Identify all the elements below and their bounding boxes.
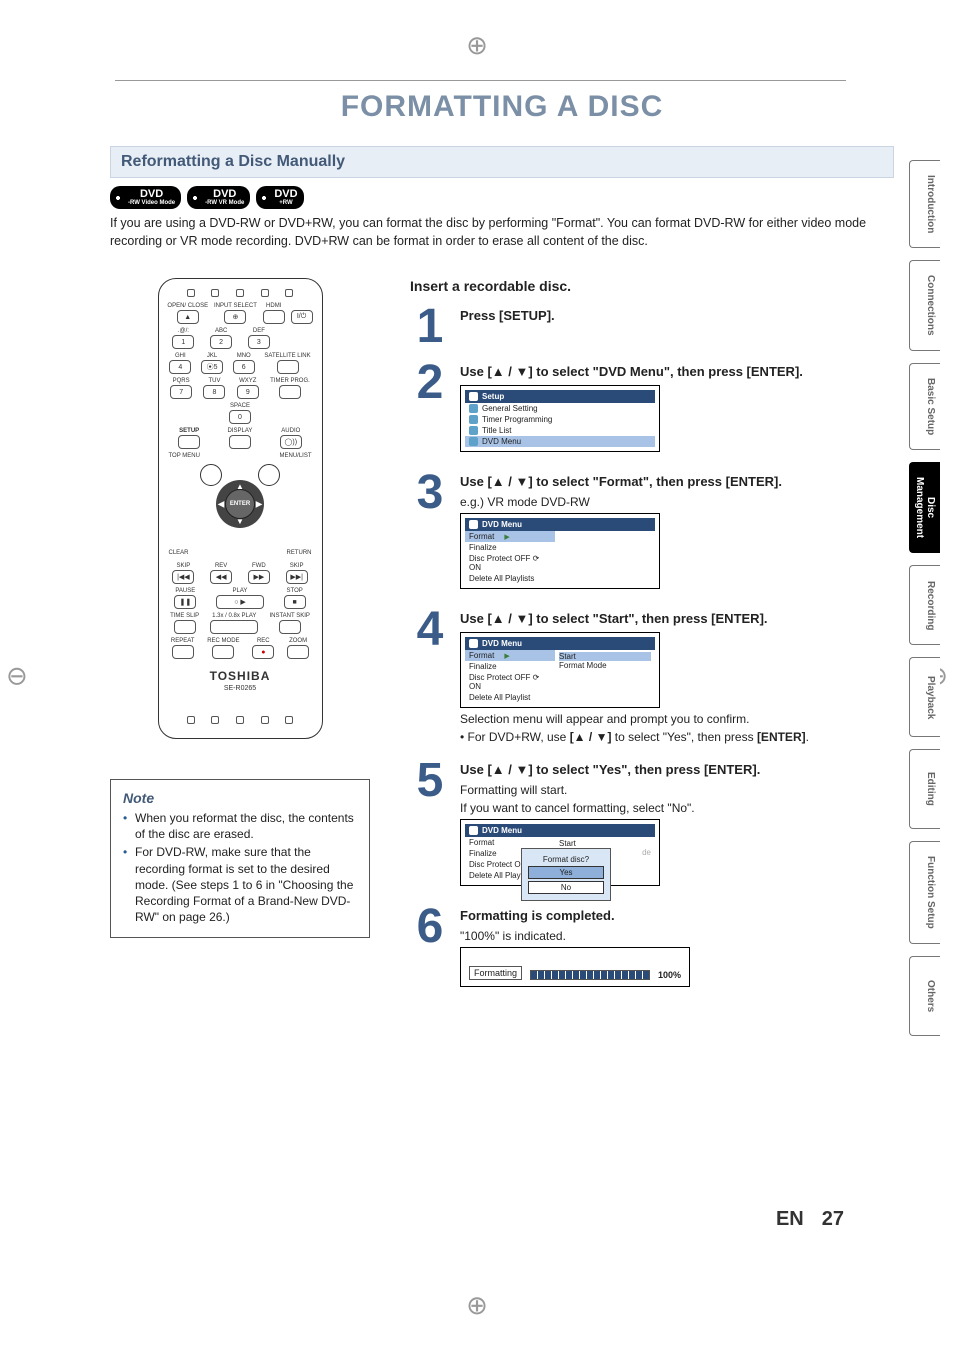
section-heading: Reformatting a Disc Manually xyxy=(110,146,894,178)
arrow-down-icon: ▼ xyxy=(236,517,244,526)
tab-introduction[interactable]: Introduction xyxy=(909,160,940,248)
step-2: 2 Use [▲ / ▼] to select "DVD Menu", then… xyxy=(410,364,894,456)
disc-icon xyxy=(469,639,478,648)
lbl-clear: CLEAR xyxy=(169,550,189,556)
disc-badge-rw-video: DVD-RW Video Mode xyxy=(110,186,181,209)
screen-setup: Setup General Setting Timer Programming … xyxy=(460,385,660,452)
page-title: FORMATTING A DISC xyxy=(110,90,894,124)
btn-input-select: INPUT SELECT⊕ xyxy=(214,303,257,324)
note-heading: Note xyxy=(123,790,357,806)
remote-model: SE-R0265 xyxy=(165,685,316,692)
btn-timer-prog: TIMER PROG. xyxy=(270,378,310,399)
note-item: For DVD-RW, make sure that the recording… xyxy=(123,844,357,925)
tab-recording[interactable]: Recording xyxy=(909,565,940,645)
lbl-top-menu: TOP MENU xyxy=(169,453,200,459)
tab-connections[interactable]: Connections xyxy=(909,260,940,351)
disc-icon xyxy=(469,826,478,835)
setup-icon xyxy=(469,392,478,401)
disc-icon xyxy=(469,520,478,529)
tab-others[interactable]: Others xyxy=(909,956,940,1036)
remote-illustration: OPEN/ CLOSE▲ INPUT SELECT⊕ HDMI I/⏻ .@/:… xyxy=(158,278,323,739)
side-tabs: Introduction Connections Basic Setup Dis… xyxy=(909,160,940,1036)
btn-satellite-link: SATELLITE LINK xyxy=(264,353,310,374)
disc-badges: DVD-RW Video Mode DVD-RW VR Mode DVD+RW xyxy=(110,186,894,209)
arrow-right-icon: ▶ xyxy=(256,500,262,509)
screen-format-start: DVD Menu Format Finalize Disc Protect OF… xyxy=(460,632,660,708)
tab-function-setup[interactable]: Function Setup xyxy=(909,841,940,944)
remote-brand: TOSHIBA xyxy=(165,669,316,683)
step-5: 5 Use [▲ / ▼] to select "Yes", then pres… xyxy=(410,762,894,890)
note-box: Note When you reformat the disc, the con… xyxy=(110,779,370,938)
disc-badge-rw-vr: DVD-RW VR Mode xyxy=(187,186,250,209)
lbl-menu-list: MENU/LIST xyxy=(279,453,311,459)
tab-playback[interactable]: Playback xyxy=(909,657,940,737)
dpad: ENTER ▲ ▼ ◀ ▶ xyxy=(200,464,280,544)
intro-text: If you are using a DVD-RW or DVD+RW, you… xyxy=(110,215,894,250)
arrow-up-icon: ▲ xyxy=(236,482,244,491)
format-dialog: Format disc? Yes No xyxy=(521,848,611,901)
step-4: 4 Use [▲ / ▼] to select "Start", then pr… xyxy=(410,611,894,744)
tab-editing[interactable]: Editing xyxy=(909,749,940,829)
btn-power: I/⏻ xyxy=(291,303,313,324)
disc-badge-plusrw: DVD+RW xyxy=(256,186,303,209)
screen-format-confirm: DVD Menu Format Finalize Disc Protect OF… xyxy=(460,819,660,886)
tab-basic-setup[interactable]: Basic Setup xyxy=(909,363,940,450)
arrow-left-icon: ◀ xyxy=(218,500,224,509)
btn-setup: SETUP xyxy=(178,428,200,449)
step-1: 1 Press [SETUP]. xyxy=(410,308,894,346)
btn-open-close: OPEN/ CLOSE▲ xyxy=(167,303,208,324)
insert-heading: Insert a recordable disc. xyxy=(410,278,894,294)
btn-enter: ENTER xyxy=(225,489,255,519)
screen-dvd-menu-format: DVD Menu Format Finalize Disc Protect OF… xyxy=(460,513,660,589)
progress-screen: Formatting 100% xyxy=(460,947,690,987)
step-6: 6 Formatting is completed. "100%" is ind… xyxy=(410,908,894,987)
page-footer: EN27 xyxy=(776,1208,844,1231)
step-3: 3 Use [▲ / ▼] to select "Format", then p… xyxy=(410,474,894,593)
tab-disc-management[interactable]: DiscManagement xyxy=(909,462,940,553)
btn-hdmi: HDMI xyxy=(263,303,285,324)
note-item: When you reformat the disc, the contents… xyxy=(123,810,357,842)
lbl-return: RETURN xyxy=(287,550,312,556)
